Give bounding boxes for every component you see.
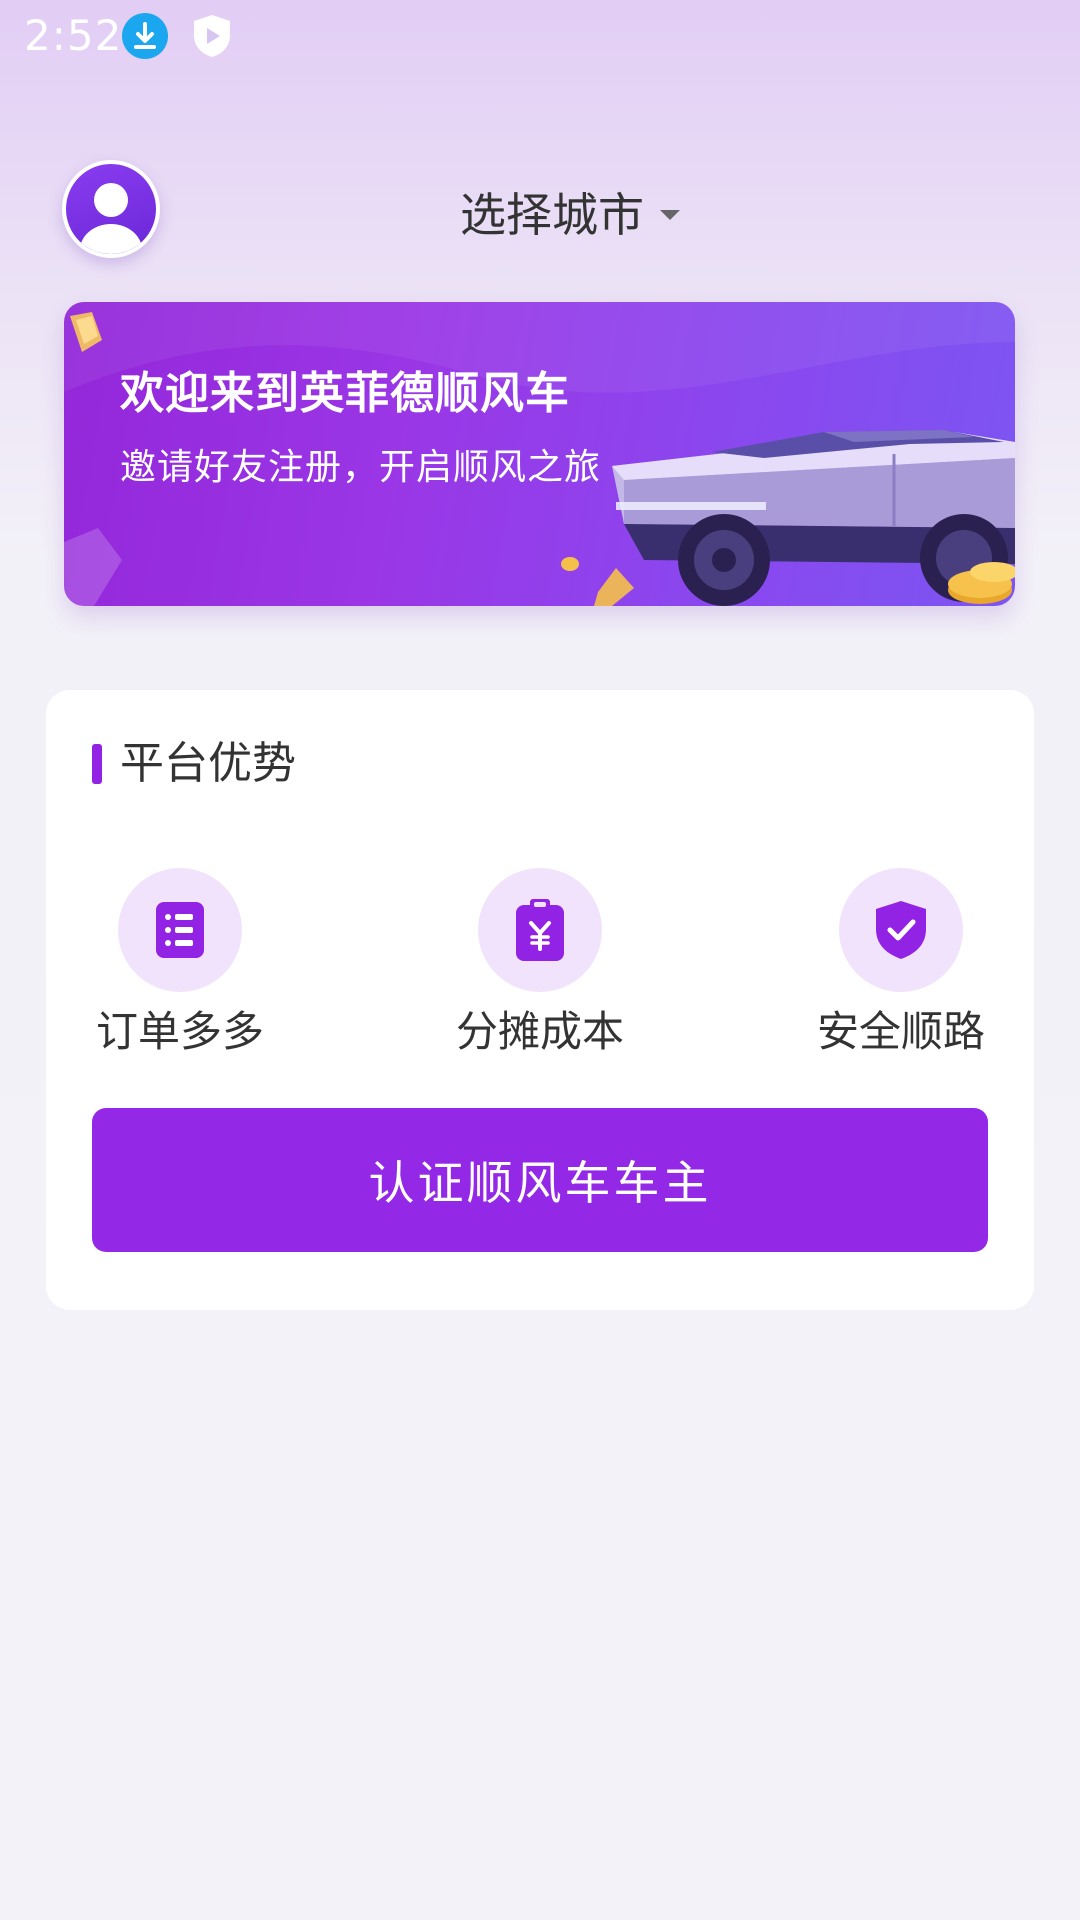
certify-driver-button[interactable]: 认证顺风车车主 [92,1108,988,1252]
feature-orders: 订单多多 [90,868,270,1060]
order-list-icon [156,902,204,958]
feature-icon-bg [839,868,963,992]
download-icon [122,13,168,59]
feature-safety: 安全顺路 [811,868,991,1060]
feature-label: 安全顺路 [816,1007,985,1056]
status-time: 2:52 [24,11,123,60]
section-title: 平台优势 [120,738,296,789]
yuan-clipboard-icon [516,899,564,961]
promo-banner[interactable]: 欢迎来到英菲德顺风车 邀请好友注册，开启顺风之旅 [64,302,1015,606]
caret-down-icon [660,210,680,220]
advantages-card: 平台优势 订单多多 分摊成本 安全顺路 认证顺风车车主 [46,690,1034,1310]
status-bar: 2:52 [0,0,1080,72]
banner-title: 欢迎来到英菲德顺风车 [120,368,570,419]
shield-check-icon [876,901,926,959]
section-accent-bar [92,744,102,784]
feature-icon-bg [118,868,242,992]
feature-icon-bg [478,868,602,992]
feature-cost-sharing: 分摊成本 [450,868,630,1060]
feature-label: 订单多多 [95,1007,264,1056]
city-selector-label: 选择城市 [460,188,644,242]
section-header: 平台优势 [92,736,296,792]
city-selector[interactable]: 选择城市 [460,182,680,248]
shield-icon [194,15,230,57]
user-avatar-icon [80,183,142,254]
banner-subtitle: 邀请好友注册，开启顺风之旅 [120,447,602,488]
user-avatar[interactable] [62,160,160,258]
feature-label: 分摊成本 [455,1007,624,1056]
